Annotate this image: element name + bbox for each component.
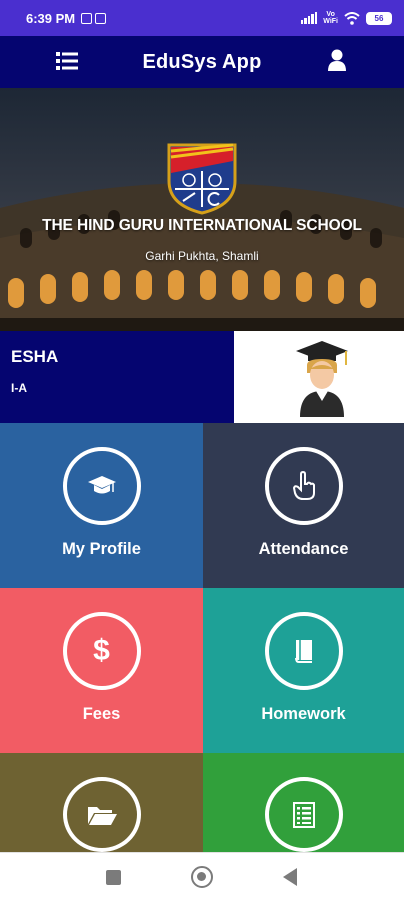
book-icon (294, 640, 312, 663)
hand-pointer-icon (292, 471, 315, 500)
app-notification-icon (95, 12, 107, 24)
graduation-cap-icon (87, 476, 116, 494)
tile-reports[interactable] (203, 753, 404, 852)
app-bar: EduSys App (0, 36, 404, 88)
tile-icon-ring (62, 777, 141, 852)
tile-documents[interactable] (0, 753, 203, 852)
tile-icon-ring (264, 447, 343, 525)
status-bar: 6:39 PM Vo WiFi 56 (0, 0, 404, 36)
list-sheet-icon (292, 801, 315, 828)
system-nav-bar (0, 852, 404, 900)
student-class: I-A (11, 381, 27, 395)
school-logo-icon (167, 143, 237, 215)
student-card[interactable]: ESHA I-A (0, 331, 404, 423)
vowifi-indicator: Vo WiFi (323, 11, 338, 25)
graduate-avatar-icon (296, 341, 348, 417)
signal-icon (300, 12, 318, 24)
tile-homework[interactable]: Homework (203, 588, 404, 753)
wifi-icon (344, 11, 360, 25)
battery-indicator: 56 (366, 11, 392, 25)
tile-icon-ring (62, 447, 141, 525)
tile-icon-ring (264, 777, 343, 852)
student-info: ESHA I-A (0, 331, 234, 423)
home-button[interactable] (191, 866, 213, 888)
school-name: THE HIND GURU INTERNATIONAL SCHOOL (42, 217, 362, 234)
tile-label: Attendance (258, 540, 349, 558)
folder-open-icon (87, 806, 117, 825)
school-banner: THE HIND GURU INTERNATIONAL SCHOOL Garhi… (0, 88, 404, 331)
recents-button[interactable] (106, 870, 121, 885)
status-time: 6:39 PM (26, 10, 76, 26)
student-name: ESHA (11, 347, 59, 366)
tile-label: Fees (82, 705, 121, 723)
tile-fees[interactable]: $ Fees (0, 588, 203, 753)
tile-icon-ring: $ (62, 612, 141, 690)
student-avatar (234, 331, 404, 423)
dollar-icon: $ (93, 634, 110, 667)
tile-my-profile[interactable]: My Profile (0, 423, 203, 588)
user-icon[interactable] (327, 48, 347, 72)
tile-icon-ring (264, 612, 343, 690)
gmail-notification-icon (81, 12, 93, 24)
tile-attendance[interactable]: Attendance (203, 423, 404, 588)
back-button[interactable] (283, 868, 297, 886)
list-menu-icon[interactable] (56, 51, 78, 71)
status-right: Vo WiFi 56 (300, 11, 392, 25)
school-location: Garhi Pukhta, Shamli (145, 249, 259, 263)
tile-label: My Profile (62, 540, 141, 558)
app-title: EduSys App (142, 50, 262, 73)
notification-icons (81, 12, 107, 24)
tile-label: Homework (261, 705, 346, 723)
